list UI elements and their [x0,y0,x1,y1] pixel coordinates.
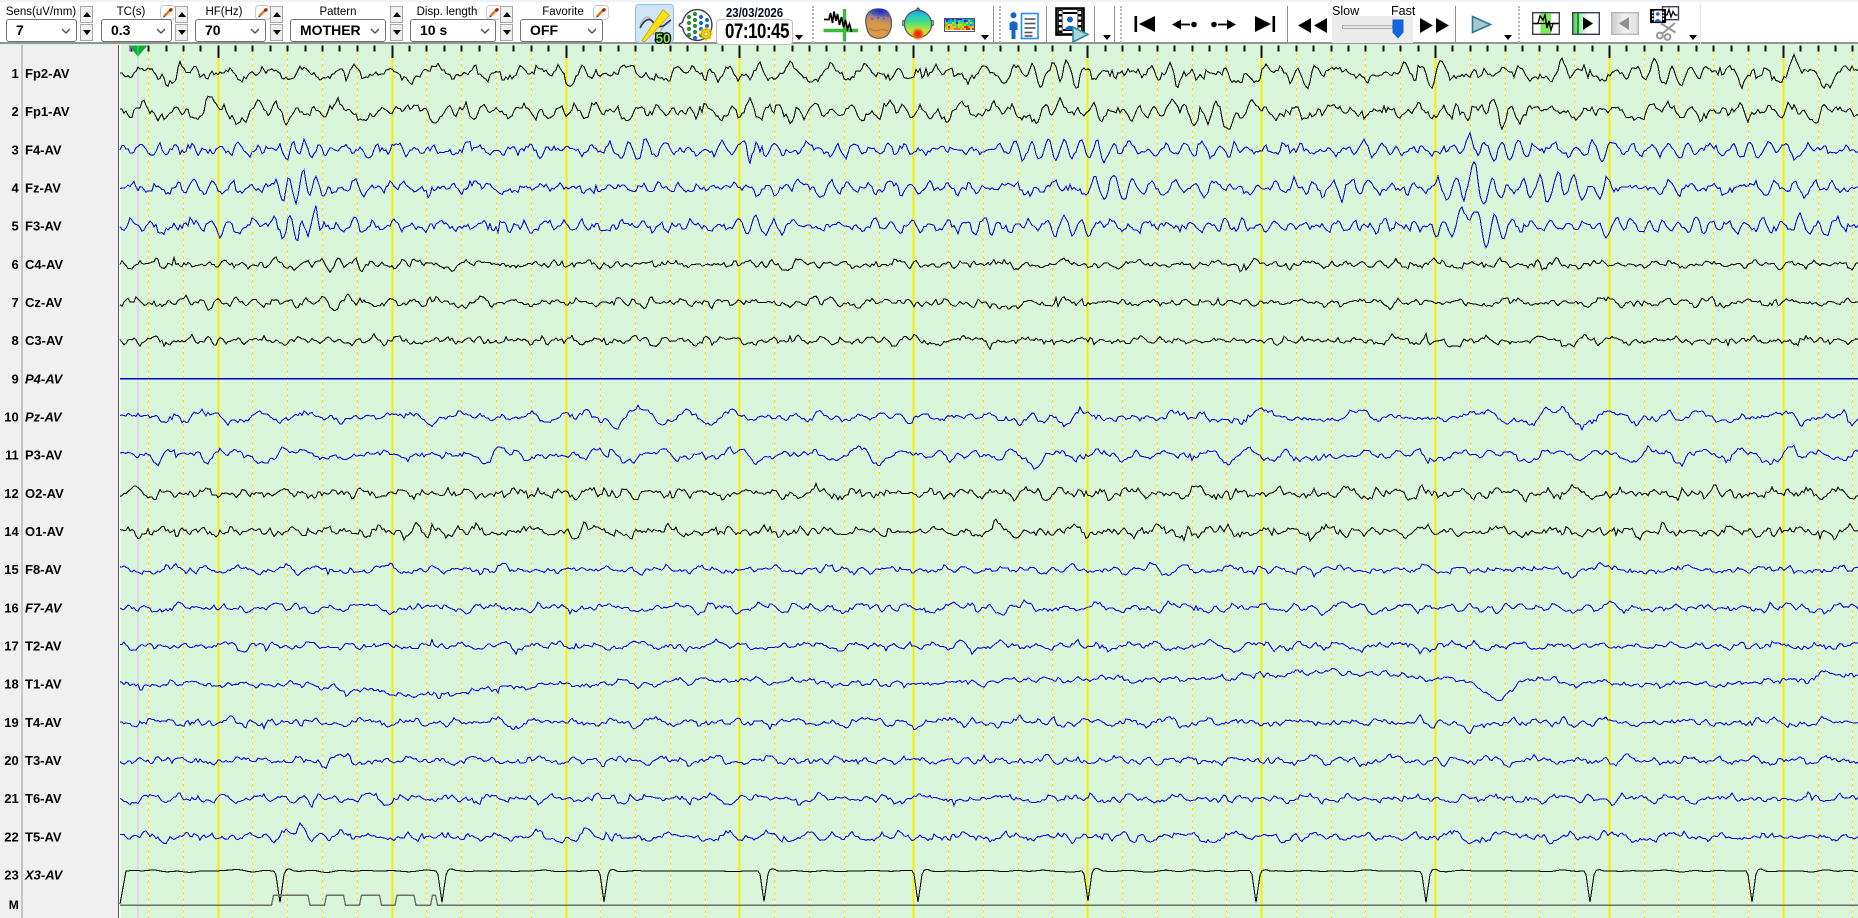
svg-text:2: 2 [11,104,18,119]
svg-text:T4-AV: T4-AV [25,715,62,730]
svg-text:T2-AV: T2-AV [25,639,62,654]
svg-text:Fp2-AV: Fp2-AV [25,66,70,81]
svg-text:20: 20 [4,753,18,768]
svg-text:X3-AV: X3-AV [24,868,64,883]
svg-text:Pz-AV: Pz-AV [25,410,63,425]
svg-text:O1-AV: O1-AV [25,524,64,539]
svg-text:Fz-AV: Fz-AV [25,181,61,196]
svg-text:23: 23 [4,868,18,883]
svg-text:17: 17 [4,639,18,654]
svg-text:C3-AV: C3-AV [25,333,63,348]
svg-text:Fp1-AV: Fp1-AV [25,104,70,119]
svg-text:14: 14 [4,524,19,539]
svg-text:P3-AV: P3-AV [25,448,63,463]
svg-text:10: 10 [4,410,18,425]
svg-text:4: 4 [11,181,19,196]
svg-text:T6-AV: T6-AV [25,791,62,806]
svg-text:P4-AV: P4-AV [25,371,64,386]
svg-text:9: 9 [11,371,18,386]
svg-text:18: 18 [4,677,18,692]
svg-text:F7-AV: F7-AV [25,600,63,615]
svg-text:T3-AV: T3-AV [25,753,62,768]
svg-text:21: 21 [4,791,18,806]
svg-text:Cz-AV: Cz-AV [25,295,63,310]
svg-text:F3-AV: F3-AV [25,219,62,234]
svg-text:11: 11 [5,448,19,463]
svg-text:M: M [9,898,19,912]
svg-text:5: 5 [11,219,18,234]
svg-text:F8-AV: F8-AV [25,562,62,577]
svg-text:C4-AV: C4-AV [25,257,63,272]
svg-text:8: 8 [11,333,18,348]
svg-text:T1-AV: T1-AV [25,677,62,692]
svg-text:6: 6 [11,257,18,272]
svg-text:22: 22 [4,829,18,844]
svg-text:12: 12 [4,486,18,501]
svg-text:O2-AV: O2-AV [25,486,64,501]
svg-text:19: 19 [4,715,18,730]
svg-text:3: 3 [11,142,18,157]
svg-text:F4-AV: F4-AV [25,142,62,157]
svg-text:1: 1 [11,66,18,81]
svg-text:16: 16 [4,600,18,615]
svg-text:50: 50 [655,31,670,44]
svg-text:T5-AV: T5-AV [25,829,62,844]
svg-text:7: 7 [11,295,18,310]
svg-text:15: 15 [4,562,18,577]
